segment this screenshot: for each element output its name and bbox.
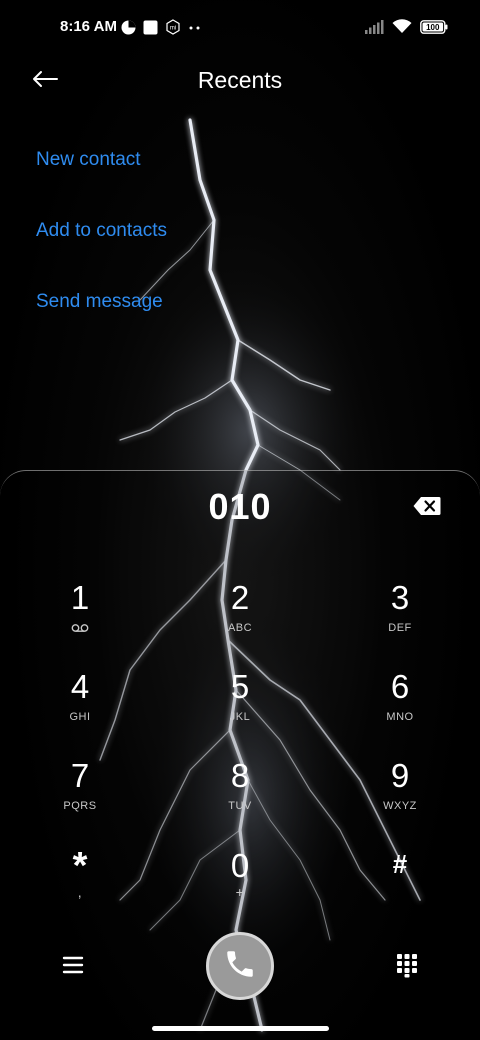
system-icons: 100 [364, 19, 448, 39]
home-indicator[interactable] [152, 1026, 329, 1031]
square-notification-icon [143, 20, 158, 40]
app-notification-icon [121, 20, 136, 40]
wifi-icon [392, 19, 412, 39]
key-0[interactable]: 0 + [185, 848, 295, 928]
phone-icon [223, 947, 257, 986]
key-4[interactable]: 4 GHI [25, 669, 135, 749]
backspace-button[interactable] [412, 495, 442, 517]
key-digit: # [392, 849, 408, 879]
key-8[interactable]: 8 TUV [185, 758, 295, 838]
key-hash[interactable]: # [345, 846, 455, 926]
key-digit: 2 [230, 579, 250, 616]
key-letters: TUV [228, 800, 252, 812]
voicemail-icon [25, 620, 135, 638]
key-digit: 3 [390, 579, 410, 616]
battery-icon: 100 [420, 19, 448, 39]
key-1[interactable]: 1 [25, 580, 135, 660]
svg-text:mi: mi [170, 26, 176, 32]
mi-icon: mi [165, 19, 181, 40]
key-digit: 6 [390, 668, 410, 705]
key-digit: 9 [390, 757, 410, 794]
key-3[interactable]: 3 DEF [345, 580, 455, 660]
key-digit: 0 [230, 847, 250, 884]
add-to-contacts-link[interactable]: Add to contacts [36, 220, 167, 242]
key-letters: PQRS [63, 800, 97, 812]
page-title: Recents [197, 67, 283, 93]
menu-button[interactable] [60, 952, 86, 978]
key-digit: 7 [70, 757, 90, 794]
status-bar: 8:16 AM mi 100 [0, 0, 480, 56]
key-letters: WXYZ [383, 800, 417, 812]
key-letters: , [77, 884, 83, 900]
svg-text:100: 100 [426, 23, 440, 32]
key-letters: MNO [386, 711, 414, 723]
notification-icons: mi [121, 19, 202, 40]
dialpad-icon [394, 954, 420, 982]
keypad-toggle-button[interactable] [394, 952, 420, 978]
key-letters: + [235, 884, 245, 900]
key-5[interactable]: 5 JKL [185, 669, 295, 749]
more-dots-icon [188, 20, 202, 40]
send-message-link[interactable]: Send message [36, 291, 163, 313]
key-6[interactable]: 6 MNO [345, 669, 455, 749]
dialed-number[interactable]: 010 [0, 486, 480, 528]
key-digit: 8 [230, 757, 250, 794]
call-button[interactable] [206, 932, 274, 1000]
key-letters: JKL [229, 711, 251, 723]
hamburger-icon [60, 956, 86, 982]
signal-icon [364, 19, 384, 39]
backspace-icon [412, 497, 442, 521]
key-digit: * [72, 845, 88, 887]
key-9[interactable]: 9 WXYZ [345, 758, 455, 838]
key-letters: GHI [69, 711, 91, 723]
key-letters: DEF [388, 622, 412, 634]
key-star[interactable]: * , [25, 845, 135, 928]
key-digit: 4 [70, 668, 90, 705]
key-digit: 5 [230, 668, 250, 705]
key-digit: 1 [70, 579, 90, 616]
status-time: 8:16 AM [60, 18, 117, 35]
key-2[interactable]: 2 ABC [185, 580, 295, 660]
key-letters: ABC [227, 622, 253, 634]
new-contact-link[interactable]: New contact [36, 149, 141, 171]
key-7[interactable]: 7 PQRS [25, 758, 135, 838]
